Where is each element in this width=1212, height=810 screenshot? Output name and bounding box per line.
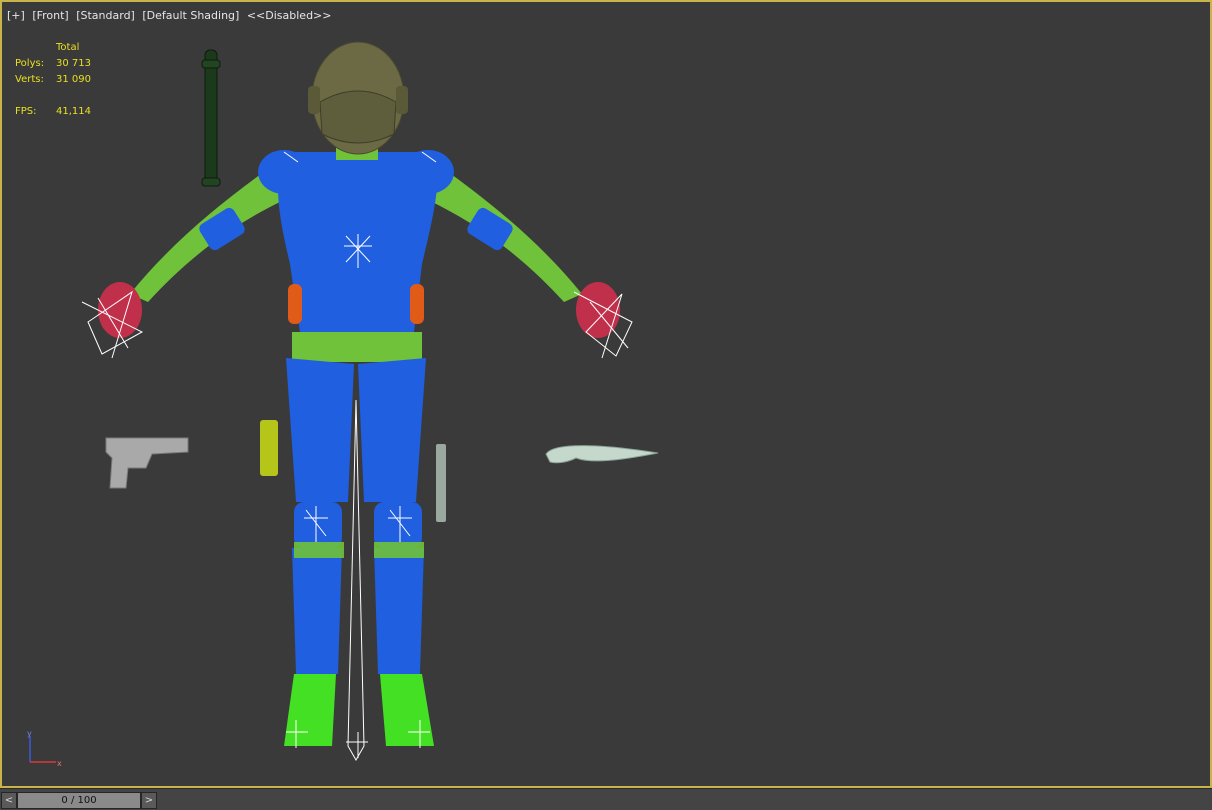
stats-polys-label: Polys: [15, 58, 45, 69]
knife-object[interactable] [545, 445, 659, 464]
stats-fps-value: 41,114 [56, 106, 91, 117]
stats-total-header: Total [56, 42, 80, 53]
scene-canvas[interactable] [2, 2, 1210, 786]
character-mesh[interactable] [98, 41, 620, 746]
stats-polys-row: Polys: 30 713 [15, 56, 91, 72]
axis-x-label: x [57, 759, 62, 768]
axis-tripod-icon: y x [27, 730, 62, 768]
stats-spacer [15, 88, 91, 104]
stats-verts-label: Verts: [15, 74, 44, 85]
stats-fps-row: FPS: 41,114 [15, 104, 91, 120]
time-slider-bar[interactable]: < 0 / 100 > [0, 788, 1212, 810]
stats-verts-value: 31 090 [56, 74, 91, 85]
stats-fps-label: FPS: [15, 106, 37, 117]
statistics-overlay: Total Polys: 30 713 Verts: 31 090 FPS: 4… [15, 40, 91, 120]
helper-bone-object[interactable] [201, 49, 221, 187]
previous-frame-button[interactable]: < [1, 792, 17, 809]
stats-verts-row: Verts: 31 090 [15, 72, 91, 88]
axis-y-label: y [27, 730, 32, 738]
stats-polys-value: 30 713 [56, 58, 91, 69]
pistol-object[interactable] [105, 437, 189, 489]
time-slider-handle[interactable]: 0 / 100 [17, 792, 141, 809]
next-frame-button[interactable]: > [141, 792, 157, 809]
front-viewport[interactable]: [+] [Front] [Standard] [Default Shading]… [0, 0, 1212, 788]
